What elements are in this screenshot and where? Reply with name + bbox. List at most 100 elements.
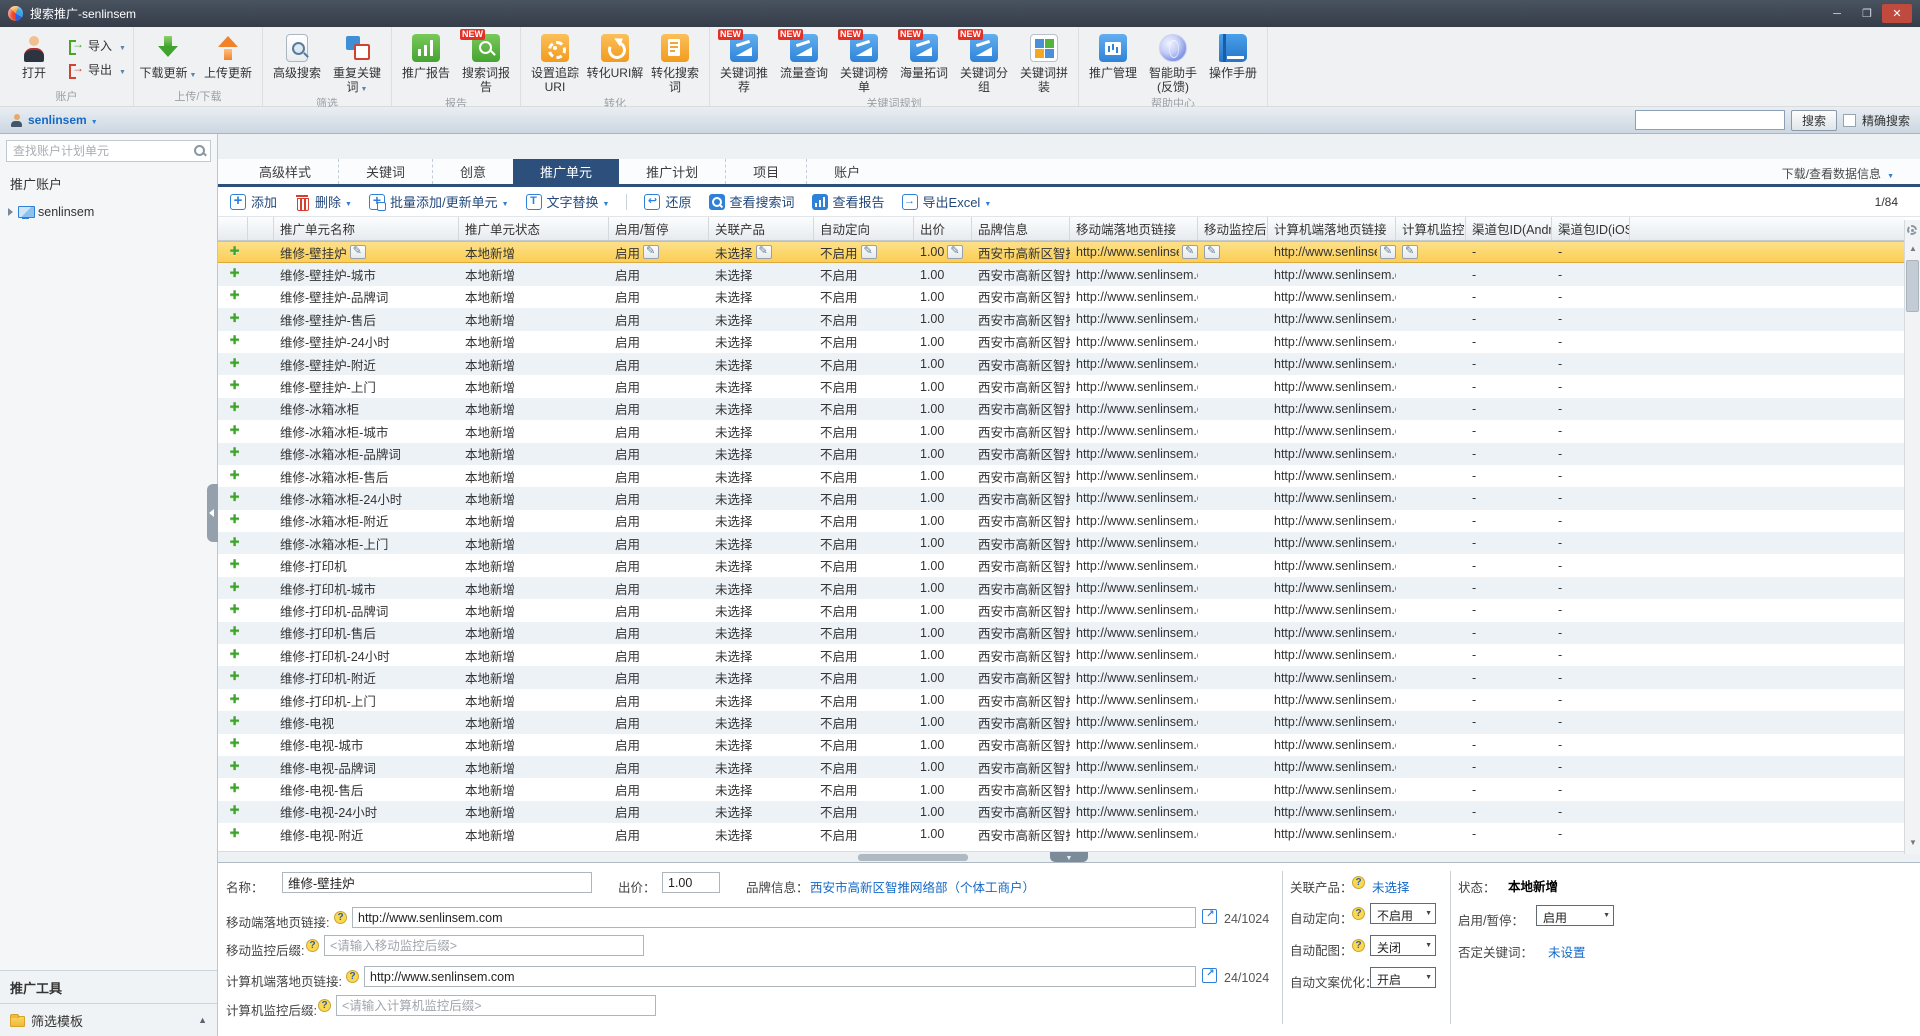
cell-mobile-suffix[interactable] [1198, 599, 1268, 621]
cell-pc-url[interactable]: http://www.senlinsem.c... [1268, 353, 1396, 375]
global-search-input[interactable] [1634, 110, 1785, 130]
row-select-cell[interactable] [248, 487, 274, 509]
cell-pc-suffix[interactable] [1396, 711, 1466, 733]
cell-brand[interactable]: 西安市高新区智推... [972, 375, 1070, 397]
cell-auto-target[interactable]: 不启用 [814, 443, 914, 465]
cell-mobile-suffix[interactable] [1198, 778, 1268, 800]
cell-mobile-url[interactable]: http://www.senlinsem.c... [1070, 510, 1198, 532]
cell-product[interactable]: 未选择 [709, 801, 814, 823]
cell-name[interactable]: 维修-冰箱冰柜-售后 [274, 465, 459, 487]
open-button[interactable]: 打开 [5, 30, 63, 80]
cell-status[interactable]: 本地新增 [459, 443, 609, 465]
cell-name[interactable]: 维修-冰箱冰柜-24小时 [274, 487, 459, 509]
manual-button[interactable]: 操作手册 [1204, 30, 1262, 80]
row-select-cell[interactable] [248, 801, 274, 823]
cell-bid[interactable]: 1.00 [914, 510, 972, 532]
cell-channel-ios[interactable]: - [1552, 308, 1630, 330]
cell-auto-target[interactable]: 不启用 [814, 465, 914, 487]
cell-channel-ios[interactable]: - [1552, 263, 1630, 285]
cell-mobile-url[interactable]: http://www.senlinsem.c... [1070, 778, 1198, 800]
plus-icon[interactable] [230, 356, 243, 371]
splitter-collapse-handle[interactable] [1050, 852, 1088, 862]
cell-brand[interactable]: 西安市高新区智推... [972, 711, 1070, 733]
table-row[interactable]: 维修-电视-城市本地新增启用未选择不启用1.00西安市高新区智推...http:… [218, 733, 1904, 756]
cell-name[interactable]: 维修-壁挂炉-附近 [274, 353, 459, 375]
cell-status[interactable]: 本地新增 [459, 263, 609, 285]
sidebar-item-promotion-tools[interactable]: 推广工具 [0, 970, 217, 1003]
help-icon[interactable] [306, 939, 319, 952]
cell-product[interactable]: 未选择 [709, 644, 814, 666]
keyword-ranking-button[interactable]: NEW 关键词榜单 [835, 29, 893, 94]
cell-auto-target[interactable]: 不启用 [814, 532, 914, 554]
cell-mobile-suffix[interactable] [1198, 756, 1268, 778]
cell-mobile-url[interactable]: http://www.senlinsem.c... [1070, 801, 1198, 823]
cell-pc-suffix[interactable] [1396, 644, 1466, 666]
search-icon[interactable] [194, 145, 206, 157]
cell-mobile-url[interactable]: http://www.senlinsem.c... [1070, 398, 1198, 420]
table-row[interactable]: 维修-壁挂炉-售后本地新增启用未选择不启用1.00西安市高新区智推...http… [218, 308, 1904, 331]
cell-status[interactable]: 本地新增 [459, 420, 609, 442]
advanced-search-button[interactable]: 高级搜索 [268, 30, 326, 80]
cell-mobile-suffix[interactable] [1198, 398, 1268, 420]
cell-channel-android[interactable]: - [1466, 532, 1552, 554]
cell-product[interactable]: 未选择 [709, 756, 814, 778]
table-row[interactable]: 维修-电视-24小时本地新增启用未选择不启用1.00西安市高新区智推...htt… [218, 800, 1904, 824]
cell-status[interactable]: 本地新增 [459, 778, 609, 800]
row-select-cell[interactable] [248, 331, 274, 353]
cell-brand[interactable]: 西安市高新区智推... [972, 331, 1070, 353]
cell-pc-suffix[interactable] [1396, 331, 1466, 353]
cell-pc-url[interactable]: http://www.senlinsem.c... [1268, 375, 1396, 397]
minimize-button[interactable] [1822, 4, 1852, 23]
cell-mobile-suffix[interactable] [1198, 823, 1268, 845]
cell-name[interactable]: 维修-打印机-售后 [274, 622, 459, 644]
cell-channel-android[interactable]: - [1466, 599, 1552, 621]
table-row[interactable]: 维修-壁挂炉本地新增启用未选择不启用1.00西安市高新区智推...http://… [218, 241, 1904, 264]
promotion-manage-button[interactable]: 推广管理 [1084, 30, 1142, 80]
cell-brand[interactable]: 西安市高新区智推... [972, 823, 1070, 845]
cell-product[interactable]: 未选择 [709, 398, 814, 420]
cell-product[interactable]: 未选择 [709, 375, 814, 397]
cell-product[interactable]: 未选择 [709, 353, 814, 375]
cell-status[interactable]: 本地新增 [459, 666, 609, 688]
cell-name[interactable]: 维修-壁挂炉-售后 [274, 308, 459, 330]
convert-uri-button[interactable]: 转化URI解 [586, 30, 644, 80]
view-search-terms-button[interactable]: 查看搜索词 [708, 192, 795, 211]
row-select-cell[interactable] [248, 353, 274, 375]
cell-channel-android[interactable]: - [1466, 465, 1552, 487]
table-row[interactable]: 维修-冰箱冰柜-附近本地新增启用未选择不启用1.00西安市高新区智推...htt… [218, 509, 1904, 533]
cell-bid[interactable]: 1.00 [914, 734, 972, 756]
cell-bid[interactable]: 1.00 [914, 711, 972, 733]
external-link-icon[interactable] [1202, 968, 1217, 983]
cell-mobile-suffix[interactable] [1198, 510, 1268, 532]
table-row[interactable]: 维修-冰箱冰柜-上门本地新增启用未选择不启用1.00西安市高新区智推...htt… [218, 532, 1904, 555]
cell-channel-android[interactable]: - [1466, 286, 1552, 308]
tab-creative[interactable]: 创意 [432, 159, 513, 184]
cell-channel-android[interactable]: - [1466, 666, 1552, 688]
cell-pc-url[interactable]: http://www.senlinsem.c... [1268, 644, 1396, 666]
table-row[interactable]: 维修-壁挂炉-上门本地新增启用未选择不启用1.00西安市高新区智推...http… [218, 375, 1904, 398]
cell-channel-android[interactable]: - [1466, 756, 1552, 778]
cell-status[interactable]: 本地新增 [459, 353, 609, 375]
cell-status[interactable]: 本地新增 [459, 465, 609, 487]
cell-mobile-url[interactable]: http://www.senlinsem.c... [1070, 644, 1198, 666]
cell-on-off[interactable]: 启用 [609, 554, 709, 576]
search-term-report-button[interactable]: NEW 搜索词报告 [457, 29, 515, 94]
row-select-cell[interactable] [248, 510, 274, 532]
cell-on-off[interactable]: 启用 [609, 443, 709, 465]
cell-mobile-url[interactable]: http://www.senlinsem.c... [1070, 554, 1198, 576]
cell-mobile-url[interactable]: http://www.senlinsem.c... [1070, 286, 1198, 308]
plus-icon[interactable] [230, 445, 243, 460]
table-row[interactable]: 维修-打印机-售后本地新增启用未选择不启用1.00西安市高新区智推...http… [218, 621, 1904, 645]
download-update-button[interactable]: 下载更新 [139, 30, 197, 80]
cell-pc-url[interactable]: http://www.senlinsem.c... [1268, 734, 1396, 756]
cell-auto-target[interactable]: 不启用 [814, 599, 914, 621]
header-cell[interactable]: 计算机端落地页链接 [1268, 217, 1396, 240]
table-row[interactable]: 维修-打印机-品牌词本地新增启用未选择不启用1.00西安市高新区智推...htt… [218, 599, 1904, 622]
cell-bid[interactable]: 1.00 [914, 331, 972, 353]
import-button[interactable]: 导入 [69, 37, 126, 55]
header-cell[interactable]: 品牌信息 [972, 217, 1070, 240]
cell-status[interactable]: 本地新增 [459, 487, 609, 509]
row-select-cell[interactable] [248, 443, 274, 465]
exact-search-checkbox[interactable] [1842, 113, 1856, 127]
cell-pc-suffix[interactable] [1396, 666, 1466, 688]
